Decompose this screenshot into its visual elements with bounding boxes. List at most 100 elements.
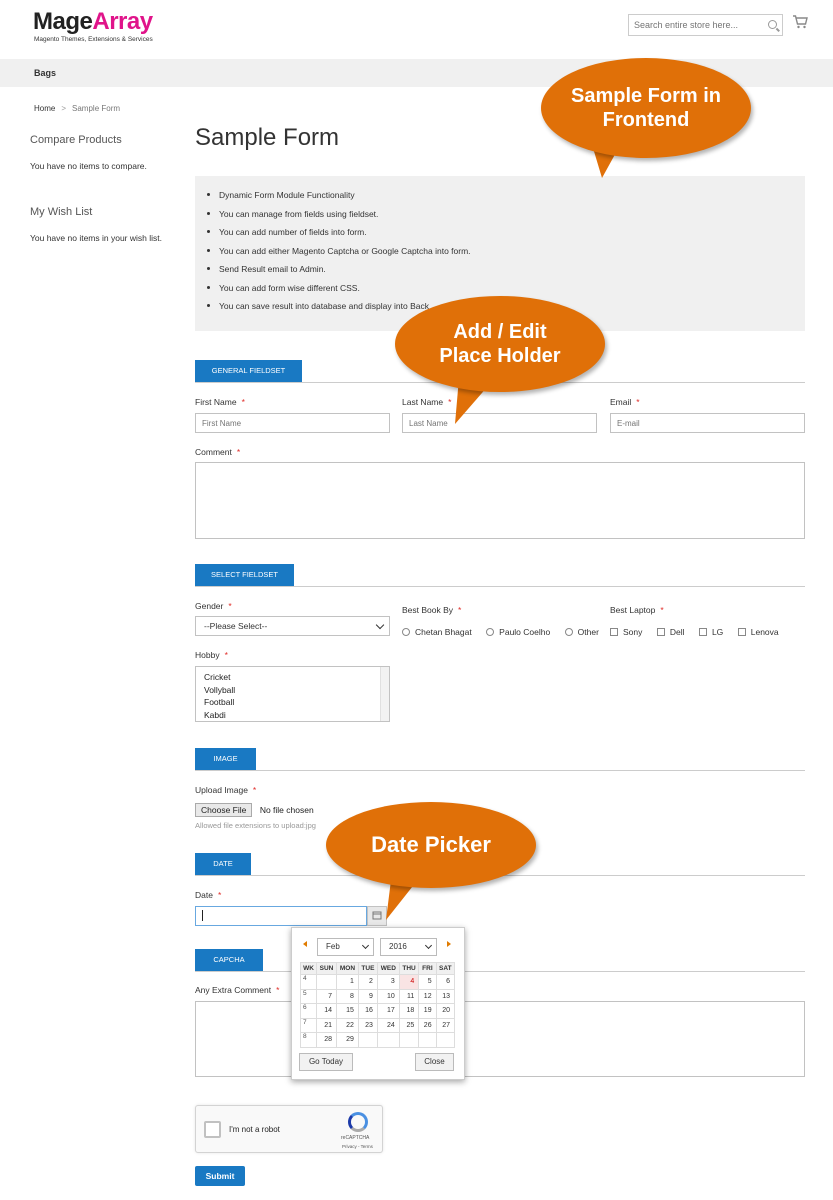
- next-month-icon[interactable]: [447, 941, 451, 947]
- nav-item-bags[interactable]: Bags: [34, 68, 56, 78]
- calendar-day[interactable]: 22: [336, 1017, 359, 1033]
- tab-image[interactable]: IMAGE: [195, 748, 256, 770]
- calendar-day[interactable]: [316, 974, 338, 990]
- calendar-day[interactable]: 1: [336, 974, 359, 990]
- calendar-day[interactable]: 7: [316, 988, 338, 1004]
- feature-item: You can add form wise different CSS.: [207, 283, 471, 302]
- weekday-header: FRI: [418, 962, 437, 975]
- calendar-day[interactable]: 8: [336, 988, 359, 1004]
- date-label: Date *: [195, 890, 222, 900]
- radio-option[interactable]: Paulo Coelho: [486, 627, 550, 637]
- tab-capcha[interactable]: CAPCHA: [195, 949, 263, 971]
- radio-option[interactable]: Chetan Bhagat: [402, 627, 472, 637]
- list-item[interactable]: Football: [196, 696, 389, 709]
- checkbox-option[interactable]: Dell: [656, 627, 684, 637]
- gender-select[interactable]: --Please Select--: [195, 616, 390, 636]
- scrollbar[interactable]: [380, 667, 389, 721]
- checkbox[interactable]: [698, 628, 707, 636]
- checkbox-option[interactable]: Sony: [610, 627, 642, 637]
- calendar-day-today[interactable]: 4: [398, 974, 420, 990]
- calendar-day[interactable]: 15: [336, 1003, 359, 1019]
- calendar-day[interactable]: 11: [398, 988, 420, 1004]
- date-field[interactable]: [195, 906, 367, 926]
- calendar-day[interactable]: 5: [418, 974, 437, 990]
- callout-placeholder: Add / Edit Place Holder: [395, 296, 605, 392]
- submit-button[interactable]: Submit: [195, 1166, 245, 1186]
- breadcrumb-separator: >: [61, 104, 67, 113]
- tab-date[interactable]: DATE: [195, 853, 251, 875]
- calendar-day[interactable]: 25: [398, 1017, 420, 1033]
- feature-item: Dynamic Form Module Functionality: [207, 190, 471, 209]
- calendar-day[interactable]: 27: [435, 1017, 456, 1033]
- calendar-day[interactable]: [435, 1032, 456, 1048]
- choose-file-button[interactable]: Choose File: [195, 803, 253, 817]
- radio-button[interactable]: [564, 628, 573, 636]
- tab-general-fieldset[interactable]: GENERAL FIELDSET: [195, 360, 302, 382]
- cart-icon[interactable]: [792, 15, 808, 29]
- tab-select-fieldset[interactable]: SELECT FIELDSET: [195, 564, 294, 586]
- calendar-day[interactable]: [357, 1032, 378, 1048]
- calendar-day[interactable]: 12: [418, 988, 437, 1004]
- callout-date-picker: Date Picker: [326, 802, 536, 888]
- calendar-day[interactable]: 24: [376, 1017, 400, 1033]
- close-button[interactable]: Close: [415, 1053, 454, 1071]
- calendar-day[interactable]: [398, 1032, 420, 1048]
- last-name-field[interactable]: [402, 413, 597, 433]
- weekday-header: SAT: [435, 962, 456, 975]
- calendar-day[interactable]: 17: [376, 1003, 400, 1019]
- calendar-day[interactable]: 26: [418, 1017, 437, 1033]
- comment-field[interactable]: [195, 462, 805, 539]
- calendar-day[interactable]: 19: [418, 1003, 437, 1019]
- year-select[interactable]: 2016: [380, 938, 437, 956]
- radio-button[interactable]: [486, 628, 495, 636]
- calendar-day[interactable]: 16: [357, 1003, 378, 1019]
- calendar-day[interactable]: 2: [357, 974, 378, 990]
- weekday-header: MON: [336, 962, 359, 975]
- calendar-day[interactable]: 3: [376, 974, 400, 990]
- calendar-day[interactable]: 10: [376, 988, 400, 1004]
- breadcrumb-home[interactable]: Home: [34, 104, 55, 113]
- month-select[interactable]: Feb: [317, 938, 374, 956]
- calendar-day[interactable]: 21: [316, 1017, 338, 1033]
- list-item[interactable]: Kabdi: [196, 709, 389, 722]
- weekday-header: THU: [398, 962, 420, 975]
- chevron-down-icon: [424, 941, 433, 950]
- search-box[interactable]: [628, 14, 783, 36]
- radio-button[interactable]: [402, 628, 410, 636]
- logo[interactable]: MageArray: [33, 8, 153, 36]
- checkbox-option[interactable]: LG: [698, 627, 723, 637]
- best-book-options: Chetan Bhagat Paulo Coelho Other: [402, 622, 609, 640]
- calendar-day[interactable]: 23: [357, 1017, 378, 1033]
- calendar-day[interactable]: 18: [398, 1003, 420, 1019]
- prev-month-icon[interactable]: [303, 941, 307, 947]
- logo-tagline: Magento Themes, Extensions & Services: [34, 36, 153, 43]
- calendar-day[interactable]: 14: [316, 1003, 338, 1019]
- calendar-day[interactable]: 28: [316, 1032, 338, 1048]
- email-field[interactable]: [610, 413, 805, 433]
- checkbox[interactable]: [656, 628, 665, 636]
- go-today-button[interactable]: Go Today: [299, 1053, 353, 1071]
- list-item[interactable]: Vollyball: [196, 684, 389, 697]
- calendar-day[interactable]: 29: [336, 1032, 359, 1048]
- calendar-day[interactable]: 20: [435, 1003, 456, 1019]
- breadcrumb: Home > Sample Form: [34, 104, 120, 113]
- radio-option[interactable]: Other: [564, 627, 599, 637]
- hobby-multiselect[interactable]: Cricket Vollyball Football Kabdi: [195, 666, 390, 722]
- callout-sample-form-frontend: Sample Form in Frontend: [541, 58, 751, 158]
- search-icon[interactable]: [768, 20, 777, 29]
- checkbox[interactable]: [737, 628, 746, 636]
- first-name-field[interactable]: [195, 413, 390, 433]
- calendar-day[interactable]: 13: [435, 988, 456, 1004]
- calendar-day[interactable]: [418, 1032, 437, 1048]
- calendar-day[interactable]: 9: [357, 988, 378, 1004]
- checkbox[interactable]: [610, 628, 618, 636]
- checkbox-option[interactable]: Lenova: [737, 627, 779, 637]
- email-label: Email *: [610, 397, 640, 407]
- extra-comment-field[interactable]: [195, 1001, 805, 1077]
- calendar-day[interactable]: [376, 1032, 400, 1048]
- search-input[interactable]: [629, 15, 759, 35]
- recaptcha-checkbox[interactable]: [204, 1121, 221, 1138]
- list-item[interactable]: Cricket: [196, 671, 389, 684]
- calendar-day[interactable]: 6: [435, 974, 456, 990]
- recaptcha-privacy-link[interactable]: Privacy - Terms: [342, 1144, 373, 1149]
